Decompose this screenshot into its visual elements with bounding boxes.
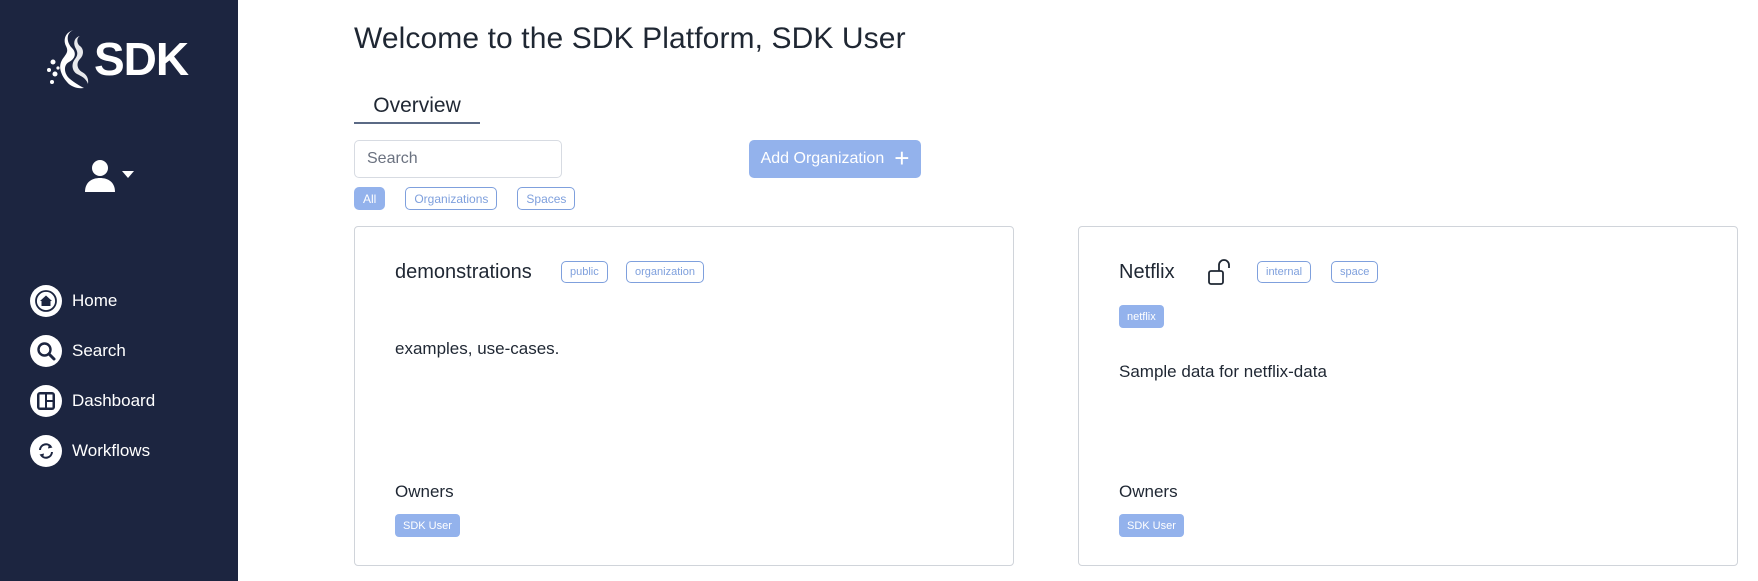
sidebar-item-label: Workflows [72, 441, 151, 460]
type-tag: space [1331, 261, 1379, 283]
filter-organizations[interactable]: Organizations [405, 187, 498, 210]
plus-icon: + [894, 142, 910, 173]
card-title: demonstrations [395, 261, 532, 283]
owners-label: Owners [1119, 482, 1178, 501]
sidebar-item-label: Dashboard [72, 391, 156, 410]
add-organization-button[interactable]: Add Organization + [749, 140, 921, 178]
card-description: Sample data for netflix-data [1119, 362, 1327, 381]
sdk-logo[interactable]: SDK [44, 26, 189, 92]
sidebar: SDK Home Search Dashboard Workflows [0, 0, 238, 581]
sidebar-item-home[interactable]: Home [30, 276, 155, 326]
user-menu-button[interactable] [84, 158, 134, 194]
search-input[interactable] [354, 140, 562, 178]
unlock-icon [1208, 259, 1230, 285]
sidebar-nav: Home Search Dashboard Workflows [30, 276, 155, 476]
visibility-tag: internal [1257, 261, 1312, 283]
card-demonstrations[interactable]: demonstrations public organization examp… [354, 226, 1014, 566]
sidebar-item-label: Search [72, 341, 126, 360]
card-netflix[interactable]: Netflix internal space netflix Sample da… [1078, 226, 1738, 566]
sidebar-item-workflows[interactable]: Workflows [30, 426, 155, 476]
label-badge[interactable]: netflix [1119, 305, 1164, 328]
logo-text: SDK [94, 33, 189, 85]
workflows-icon [30, 435, 62, 467]
sidebar-item-label: Home [72, 291, 118, 310]
owners-label: Owners [395, 482, 454, 501]
card-description: examples, use-cases. [395, 339, 560, 358]
owner-badge[interactable]: SDK User [395, 514, 460, 537]
tab-overview[interactable]: Overview [354, 94, 480, 124]
owner-badge[interactable]: SDK User [1119, 514, 1184, 537]
visibility-tag: public [561, 261, 608, 283]
search-icon [30, 335, 62, 367]
add-organization-label: Add Organization [760, 150, 885, 167]
dashboard-icon [30, 385, 62, 417]
chevron-down-icon [122, 170, 134, 178]
filter-chips: All Organizations Spaces [354, 187, 595, 210]
sidebar-item-search[interactable]: Search [30, 326, 155, 376]
home-icon [30, 285, 62, 317]
filter-spaces[interactable]: Spaces [517, 187, 576, 210]
type-tag: organization [626, 261, 704, 283]
user-icon [85, 160, 115, 192]
octopus-logo-icon [47, 30, 89, 89]
sidebar-item-dashboard[interactable]: Dashboard [30, 376, 155, 426]
page-title: Welcome to the SDK Platform, SDK User [354, 22, 906, 55]
card-title: Netflix [1119, 261, 1175, 283]
filter-all[interactable]: All [354, 187, 386, 210]
